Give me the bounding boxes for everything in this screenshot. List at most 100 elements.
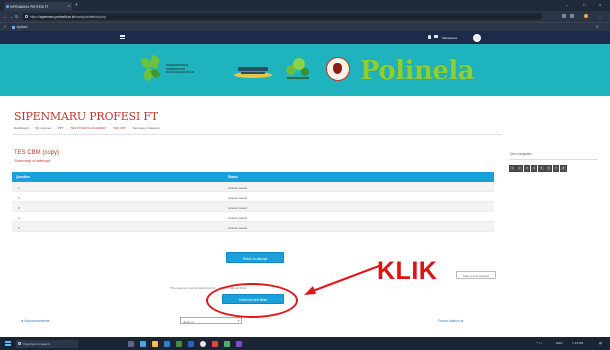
browser-toolbar: ← → ↻ https://sipenmaru.profesift.ac.id/… — [0, 11, 610, 22]
breadcrumb-item[interactable]: My courses — [36, 126, 51, 130]
table-row[interactable]: 2 Answer saved — [12, 192, 494, 202]
page-title: SIPENMARU PROFESI FT — [14, 110, 158, 123]
store-icon[interactable] — [164, 340, 170, 347]
profile-icon[interactable] — [584, 14, 588, 18]
question-number[interactable]: 4 — [18, 216, 20, 220]
browser-tabstrip: SIPENMARU PROFESI FT × + – □ × — [0, 0, 610, 11]
back-icon[interactable]: ← — [3, 14, 7, 19]
partner-sprout-logo-icon — [286, 58, 309, 79]
header-banner: KEMENTERIAN PENDIDIKAN DAN KEBUDAYAAN Po… — [0, 44, 610, 96]
new-tab-button[interactable]: + — [75, 2, 78, 8]
question-nav-button[interactable]: 1 — [509, 165, 516, 172]
question-nav-button[interactable]: 8 — [560, 165, 567, 172]
annotation-highlight-ellipse — [206, 283, 298, 318]
ministry-leaf-logo-icon — [140, 54, 162, 84]
system-tray-icons[interactable]: ^ ⌁ ♪ — [536, 341, 542, 345]
extension-icon[interactable] — [562, 14, 566, 18]
apps-grid-icon[interactable]: ⠿ — [4, 25, 6, 29]
question-status: Answer saved — [228, 225, 247, 230]
task-view-icon[interactable] — [128, 340, 134, 347]
address-bar[interactable]: https://sipenmaru.profesift.ac.id/mod/qu… — [22, 13, 542, 20]
maximize-icon[interactable]: □ — [583, 2, 585, 7]
reading-list-icon[interactable]: ☰ — [596, 25, 599, 29]
partner-logo-icon — [234, 67, 272, 78]
jump-to-select[interactable]: Jump to... ▾ — [180, 317, 242, 324]
app-icon[interactable] — [212, 340, 218, 347]
browser-tab[interactable]: SIPENMARU PROFESI FT × — [4, 2, 72, 11]
close-tab-icon[interactable]: × — [68, 4, 70, 8]
extension-icon[interactable] — [570, 14, 574, 18]
question-nav-button[interactable]: 7 — [552, 165, 560, 172]
avatar[interactable] — [473, 33, 481, 42]
breadcrumb-item[interactable]: PPT — [58, 126, 64, 130]
app-icon[interactable] — [236, 340, 242, 347]
breadcrumb-current: Summary of attempt — [132, 126, 160, 130]
word-icon[interactable] — [188, 340, 194, 347]
question-nav-button[interactable]: 4 — [530, 165, 538, 172]
prev-activity-link[interactable]: ◄ Announcements — [20, 319, 50, 323]
question-status: Answer saved — [228, 195, 247, 200]
excel-icon[interactable] — [176, 340, 182, 347]
os-taskbar: Type here to search ^ ⌁ ♪ ENG 7:14 PM ▤ — [0, 337, 610, 350]
question-number[interactable]: 5 — [18, 226, 20, 230]
user-name[interactable]: Mahasiswa — [442, 36, 457, 40]
quiz-subtitle: Summary of attempt — [14, 158, 51, 163]
taskbar-search-placeholder: Type here to search — [23, 341, 50, 346]
app-icon[interactable] — [224, 340, 230, 347]
question-number[interactable]: 1 — [18, 186, 20, 190]
edge-icon[interactable] — [140, 340, 146, 347]
url-host: sipenmaru.profesift.ac.id — [39, 14, 75, 19]
summary-table: Question Status 1 Answer saved 2 Answer … — [12, 172, 494, 232]
menu-kebab-icon[interactable]: ⋮ — [598, 14, 602, 19]
table-row[interactable]: 1 Answer saved — [12, 182, 494, 192]
notification-bell-icon[interactable] — [428, 35, 431, 39]
hamburger-menu-icon[interactable] — [120, 34, 125, 41]
windows-start-icon[interactable] — [5, 340, 11, 347]
clock[interactable]: 7:14 PM — [572, 341, 583, 345]
minimize-icon[interactable]: – — [566, 2, 568, 7]
question-nav-button[interactable]: 5 — [538, 165, 545, 172]
file-explorer-icon[interactable] — [152, 340, 158, 347]
chevron-down-icon: ▾ — [237, 319, 240, 324]
bookmarks-bar: ⠿ Aplikasi ☰ — [0, 22, 610, 31]
question-number[interactable]: 2 — [18, 196, 20, 200]
question-status: Answer saved — [228, 205, 247, 210]
question-nav-button[interactable]: 2 — [516, 165, 523, 172]
question-nav-button[interactable]: 6 — [545, 165, 552, 172]
question-number[interactable]: 3 — [18, 206, 20, 210]
return-to-attempt-button[interactable]: Return to attempt — [226, 252, 284, 263]
breadcrumb-item[interactable]: Dashboard — [14, 126, 29, 130]
reload-icon[interactable]: ↻ — [15, 14, 19, 19]
chrome-icon[interactable] — [200, 340, 206, 347]
screen: SIPENMARU PROFESI FT × + – □ × ← → ↻ htt… — [0, 0, 610, 350]
close-window-icon[interactable]: × — [599, 2, 601, 7]
notification-center-icon[interactable]: ▤ — [599, 341, 602, 345]
question-status: Answer saved — [228, 215, 247, 220]
table-header: Question Status — [12, 172, 494, 182]
annotation-label: KLIK — [377, 257, 438, 285]
bookmark-item[interactable]: Aplikasi — [12, 25, 27, 29]
question-nav-button[interactable]: 3 — [523, 165, 531, 172]
breadcrumb-item[interactable]: TES POTENSI AKADEMIK — [70, 126, 106, 130]
taskbar-search-input[interactable]: Type here to search — [16, 339, 78, 348]
ministry-text: KEMENTERIAN PENDIDIKAN DAN KEBUDAYAAN — [166, 63, 194, 75]
next-activity-link[interactable]: Forum diskusi ► — [438, 319, 464, 323]
quiz-navigation-grid: 12345678 — [509, 165, 567, 172]
table-row[interactable]: 3 Answer saved — [12, 202, 494, 212]
table-row[interactable]: 5 Answer saved — [12, 222, 494, 232]
lock-icon — [25, 14, 28, 18]
language-indicator[interactable]: ENG — [556, 341, 563, 345]
breadcrumb-item[interactable]: TES CBT — [113, 126, 126, 130]
table-row[interactable]: 4 Answer saved — [12, 212, 494, 222]
divider — [510, 159, 598, 160]
question-status: Answer saved — [228, 185, 247, 190]
start-new-preview-button[interactable]: Start a new preview — [456, 271, 496, 279]
column-header-question: Question — [16, 175, 30, 179]
messages-icon[interactable] — [434, 35, 438, 39]
quiz-title: TES CBM (copy) — [14, 150, 60, 156]
bookmark-icon — [12, 25, 15, 29]
university-seal-icon — [326, 57, 350, 81]
forward-icon[interactable]: → — [9, 14, 13, 19]
url-prefix: https:// — [30, 14, 40, 19]
site-navbar: Mahasiswa — [0, 31, 610, 44]
